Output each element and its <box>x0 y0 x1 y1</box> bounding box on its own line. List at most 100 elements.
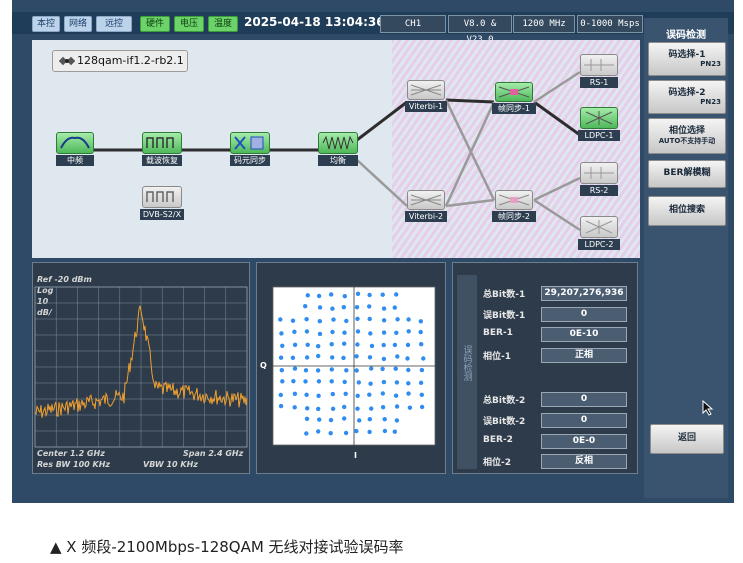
constellation-point <box>369 343 375 349</box>
ber-2-value: 0E-0 <box>541 434 627 449</box>
constellation-point <box>304 431 309 436</box>
constellation-point <box>367 355 373 360</box>
node-rs-2[interactable] <box>580 162 618 184</box>
code-select-2-button[interactable]: 码选择-2 PN23 <box>648 80 726 114</box>
constellation-point <box>317 331 323 337</box>
node-rs-1[interactable] <box>580 54 618 76</box>
tab-remote-control[interactable]: 远控 <box>96 16 132 32</box>
node-ldpc-2[interactable] <box>580 216 618 238</box>
tab-local-control[interactable]: 本控 <box>32 16 60 32</box>
node-ldpc-1[interactable] <box>580 107 618 129</box>
rate-range-display: 0-1000 Msps <box>577 15 643 33</box>
constellation-point <box>316 429 321 434</box>
node-rs-1-label: RS-1 <box>580 77 618 88</box>
spectrum-vbw: VBW 10 KHz <box>143 460 198 469</box>
frequency-display: 1200 MHz <box>513 15 575 33</box>
err-bits-2-label: 误Bit数-2 <box>483 417 526 427</box>
code-select-1-button[interactable]: 码选择-1 PN23 <box>648 42 726 76</box>
phase-1-value: 正相 <box>541 348 627 363</box>
code-select-1-value: PN23 <box>700 60 721 68</box>
constellation-point <box>367 292 372 298</box>
constellation-point <box>367 304 372 309</box>
constellation-point <box>317 417 322 422</box>
constellation-point <box>330 355 335 360</box>
tab-network[interactable]: 网络 <box>64 16 92 32</box>
node-carrier-label: 载波恢复 <box>142 155 182 166</box>
ber-stats-panel: 误码检测 总Bit数-1 29,207,276,936 误Bit数-1 0 BE… <box>452 262 638 474</box>
constellation-point <box>316 393 321 398</box>
constellation-point <box>393 393 399 398</box>
config-title-badge[interactable]: 128qam-if1.2-rb2.1 <box>52 50 188 72</box>
constellation-point <box>303 368 309 373</box>
ber-blur-button[interactable]: BER解模糊 <box>648 160 726 188</box>
node-frame-sync-1[interactable] <box>495 82 533 102</box>
node-frame-sync-2[interactable] <box>495 190 533 210</box>
ber-1-label: BER-1 <box>483 328 513 338</box>
dvb-icon <box>146 191 174 202</box>
constellation-point <box>280 343 285 348</box>
constellation-point <box>357 418 362 423</box>
constellation-point <box>367 316 372 322</box>
satellite-icon <box>58 54 76 68</box>
constellation-point <box>329 292 334 297</box>
constellation-point <box>280 379 285 384</box>
constellation-point <box>290 355 296 360</box>
equalizer-icon <box>322 135 354 150</box>
constellation-point <box>369 366 374 371</box>
constellation-point <box>381 318 387 323</box>
total-bits-1-value: 29,207,276,936 <box>541 286 627 301</box>
constellation-point <box>368 331 373 336</box>
top-toolbar: 本控 网络 远控 硬件 电压 温度 2025-04-18 13:04:36:77… <box>12 12 734 45</box>
constellation-point <box>394 404 400 409</box>
hardware-button[interactable]: 硬件 <box>140 16 170 32</box>
constellation-point <box>328 431 333 436</box>
constellation-point <box>316 344 321 349</box>
node-symbol-sync-label: 码元同步 <box>230 155 270 166</box>
constellation-point <box>341 305 346 310</box>
node-symbol-sync[interactable] <box>230 132 270 154</box>
constellation-point <box>303 379 308 384</box>
phase-select-button[interactable]: 相位选择 AUTO不支持手动 <box>648 118 726 154</box>
viterbi-icon <box>410 194 442 206</box>
constellation-point <box>290 318 296 323</box>
back-button[interactable]: 返回 <box>650 424 724 454</box>
figure-caption: ▲ X 频段-2100Mbps-128QAM 无线对接试验误码率 <box>50 538 404 556</box>
node-if[interactable] <box>56 132 94 154</box>
node-equalizer[interactable] <box>318 132 358 154</box>
constellation-point <box>405 342 411 348</box>
code-select-1-label: 码选择-1 <box>668 50 706 60</box>
node-viterbi-1[interactable] <box>407 80 445 100</box>
constellation-point <box>342 379 347 385</box>
rs-icon <box>584 59 614 71</box>
temperature-button[interactable]: 温度 <box>208 16 238 32</box>
err-bits-1-value: 0 <box>541 307 627 322</box>
node-carrier-recovery[interactable] <box>142 132 182 154</box>
constellation-point <box>380 292 385 297</box>
stats-side-strip: 误码检测 <box>457 275 477 469</box>
constellation-point <box>354 354 359 359</box>
spectrum-plot <box>34 286 248 448</box>
constellation-point <box>407 405 413 410</box>
constellation-point <box>418 329 423 335</box>
node-dvb[interactable] <box>142 186 182 208</box>
constellation-point <box>292 391 298 396</box>
constellation-point <box>419 367 425 373</box>
constellation-point <box>380 405 386 410</box>
ber-1-value: 0E-10 <box>541 327 627 342</box>
constellation-point <box>305 293 310 298</box>
node-dvb-label: DVB-S2/X <box>140 209 184 220</box>
node-frame-sync-2-label: 帧同步-2 <box>492 211 536 222</box>
spectrum-panel: Ref -20 dBm Log 10 dB/ Center 1.2 GHz Sp… <box>32 262 250 474</box>
constellation-point <box>421 356 426 361</box>
if-waveform-icon <box>60 136 90 149</box>
constellation-point <box>329 379 334 384</box>
constellation-point <box>317 319 322 324</box>
constellation-point <box>304 317 309 322</box>
constellation-point <box>419 342 424 347</box>
phase-select-label: 相位选择 <box>668 126 705 136</box>
voltage-button[interactable]: 电压 <box>174 16 204 32</box>
node-viterbi-2[interactable] <box>407 190 445 210</box>
frame-sync-icon <box>498 86 530 98</box>
phase-search-button[interactable]: 相位搜索 <box>648 196 726 226</box>
node-viterbi-1-label: Viterbi-1 <box>405 101 447 112</box>
